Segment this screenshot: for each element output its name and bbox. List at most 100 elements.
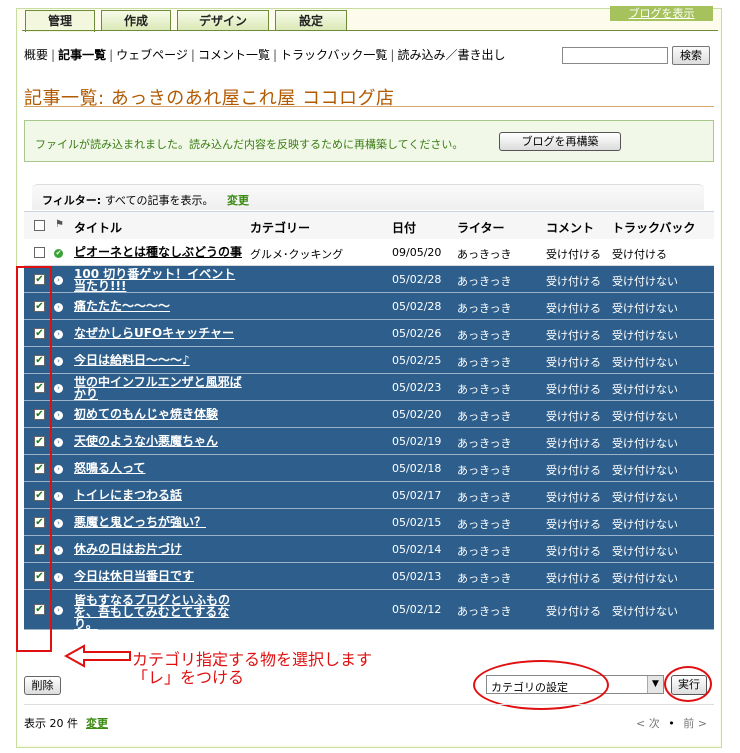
search-input[interactable] (562, 47, 668, 64)
table-row[interactable]: ✔ › 痛たたた～～～～ 05/02/28 あっきっき 受け付ける 受け付けない (24, 293, 714, 320)
cell-date: 05/02/26 (392, 327, 442, 340)
cell-comment: 受け付ける (546, 437, 601, 450)
chevron-down-icon[interactable]: ▼ (647, 676, 663, 693)
status-icon: › (54, 330, 63, 339)
table-row[interactable]: ✔ › 天使のような小悪魔ちゃん 05/02/19 あっきっき 受け付ける 受け付けない (24, 428, 714, 455)
tab-settings[interactable]: 設定 (275, 10, 347, 30)
rebuild-button[interactable]: ブログを再構築 (499, 132, 621, 151)
entry-title-link[interactable]: 今日は休日当番日です (74, 570, 244, 584)
table-row[interactable]: ✔ › なぜかしらUFOキャッチャー 05/02/26 あっきっき 受け付ける 受け付けない (24, 320, 714, 347)
entry-title-link[interactable]: 悪魔と鬼どっちが強い？ (74, 516, 244, 530)
entry-title-link[interactable]: 天使のような小悪魔ちゃん (74, 435, 244, 449)
cell-comment: 受け付ける (546, 605, 601, 618)
annotation-circle-run (664, 666, 712, 702)
table-row[interactable]: ✔ ピオーネとは種なしぶどうの事 グルメ･クッキング 09/05/20 あっきっき 受け付… (24, 239, 714, 266)
cell-trackback: 受け付けない (612, 437, 678, 450)
pager-prev[interactable]: 前 > (683, 717, 707, 730)
cell-date: 05/02/28 (392, 273, 442, 286)
subnav-overview[interactable]: 概要 (24, 48, 48, 62)
cell-writer: あっきっき (457, 464, 512, 477)
tab-create[interactable]: 作成 (101, 10, 171, 30)
count-label: 表示 20 件 (24, 717, 78, 730)
status-icon: › (54, 573, 63, 582)
entry-title-link[interactable]: 休みの日はお片づけ (74, 543, 244, 557)
cell-comment: 受け付ける (546, 302, 601, 315)
row-checkbox[interactable] (34, 247, 45, 258)
cell-date: 05/02/28 (392, 300, 442, 313)
cell-trackback: 受け付けない (612, 545, 678, 558)
status-icon: › (54, 546, 63, 555)
table-row[interactable]: ✔ › 休みの日はお片づけ 05/02/14 あっきっき 受け付ける 受け付けない (24, 536, 714, 563)
table-row[interactable]: ✔ › 怒鳴る人って 05/02/18 あっきっき 受け付ける 受け付けない (24, 455, 714, 482)
status-icon: › (54, 384, 63, 393)
table-row[interactable]: ✔ › 世の中インフルエンザと風邪ばかり 05/02/23 あっきっき 受け付ける 受け付け… (24, 374, 714, 401)
cell-trackback: 受け付けない (612, 410, 678, 423)
status-icon: › (54, 438, 63, 447)
delete-button[interactable]: 削除 (24, 676, 61, 695)
annotation-line1: カテゴリ指定する物を選択します (132, 650, 373, 669)
entry-title-link[interactable]: トイレにまつわる話 (74, 489, 244, 503)
table-row[interactable]: ✔ › 悪魔と鬼どっちが強い？ 05/02/15 あっきっき 受け付ける 受け付けない (24, 509, 714, 536)
cell-trackback: 受け付けない (612, 464, 678, 477)
cell-writer: あっきっき (457, 518, 512, 531)
header-trackback[interactable]: トラックバック (612, 219, 695, 236)
tab-divider (22, 30, 718, 31)
subnav-trackbacks[interactable]: トラックバック一覧 (280, 48, 387, 62)
cell-date: 05/02/23 (392, 381, 442, 394)
annotation-highlight-box (16, 266, 52, 652)
entry-title-link[interactable]: 今日は給料日～～～♪ (74, 354, 244, 368)
table-row[interactable]: ✔ › トイレにまつわる話 05/02/17 あっきっき 受け付ける 受け付けない (24, 482, 714, 509)
subnav-webpages[interactable]: ウェブページ (116, 48, 188, 62)
entry-title-link[interactable]: ピオーネとは種なしぶどうの事 (74, 246, 244, 260)
view-blog-link[interactable]: ブログを表示 (610, 6, 713, 21)
status-icon: › (54, 465, 63, 474)
status-icon: › (54, 411, 63, 420)
count-change-link[interactable]: 変更 (86, 717, 108, 730)
entry-title-link[interactable]: なぜかしらUFOキャッチャー (74, 327, 244, 341)
cell-comment: 受け付ける (546, 518, 601, 531)
header-date[interactable]: 日付 (392, 219, 416, 236)
table-row[interactable]: ✔ › 初めてのもんじゃ焼き体験 05/02/20 あっきっき 受け付ける 受け付けない (24, 401, 714, 428)
filter-value: すべての記事を表示。 (104, 194, 214, 207)
cell-writer: あっきっき (457, 605, 512, 618)
status-icon: › (54, 303, 63, 312)
subnav-entries[interactable]: 記事一覧 (58, 48, 106, 62)
table-header: ⚑ タイトル カテゴリー 日付 ライター コメント トラックバック (24, 211, 714, 240)
header-writer[interactable]: ライター (457, 219, 505, 236)
subnav-comments[interactable]: コメント一覧 (198, 48, 270, 62)
cell-comment: 受け付ける (546, 464, 601, 477)
cell-date: 05/02/19 (392, 435, 442, 448)
table-row[interactable]: ✔ › 今日は休日当番日です 05/02/13 あっきっき 受け付ける 受け付けない (24, 563, 714, 590)
cell-trackback: 受け付けない (612, 275, 678, 288)
header-title[interactable]: タイトル (74, 219, 122, 236)
filter-bar: フィルター: すべての記事を表示。 変更 (32, 184, 704, 210)
cell-writer: あっきっき (457, 545, 512, 558)
cell-comment: 受け付ける (546, 572, 601, 585)
entry-title-link[interactable]: 初めてのもんじゃ焼き体験 (74, 408, 244, 422)
cell-writer: あっきっき (457, 329, 512, 342)
header-category[interactable]: カテゴリー (250, 219, 310, 236)
cell-category: グルメ･クッキング (250, 248, 344, 261)
entry-title-link[interactable]: 世の中インフルエンザと風邪ばかり (74, 376, 244, 400)
subnav-import-export[interactable]: 読み込み／書き出し (397, 48, 505, 62)
cell-comment: 受け付ける (546, 383, 601, 396)
select-all-checkbox[interactable] (34, 220, 45, 231)
cell-date: 05/02/18 (392, 462, 442, 475)
header-comment[interactable]: コメント (546, 219, 594, 236)
status-icon: › (54, 519, 63, 528)
tab-manage[interactable]: 管理 (25, 10, 95, 32)
filter-change-link[interactable]: 変更 (227, 194, 249, 207)
annotation-arrow-icon (64, 644, 131, 668)
table-row[interactable]: ✔ › 今日は給料日～～～♪ 05/02/25 あっきっき 受け付ける 受け付けない (24, 347, 714, 374)
tab-design[interactable]: デザイン (177, 10, 269, 30)
entry-title-link[interactable]: 皆もすなるブログといふものを、吾もしてみむとてするなり。 (74, 594, 244, 630)
status-icon: › (54, 606, 63, 615)
entry-title-link[interactable]: 100 切り番ゲット！イベント当たり!!! (74, 268, 244, 292)
search-button[interactable]: 検索 (672, 46, 710, 65)
pager-next[interactable]: < 次 (636, 717, 660, 730)
entry-title-link[interactable]: 痛たたた～～～～ (74, 300, 244, 314)
table-row[interactable]: ✔ › 皆もすなるブログといふものを、吾もしてみむとてするなり。 05/02/12 あっ… (24, 590, 714, 630)
entry-title-link[interactable]: 怒鳴る人って (74, 462, 244, 476)
table-row[interactable]: ✔ › 100 切り番ゲット！イベント当たり!!! 05/02/28 あっきっき 受け付け… (24, 266, 714, 293)
cell-comment: 受け付ける (546, 248, 601, 261)
